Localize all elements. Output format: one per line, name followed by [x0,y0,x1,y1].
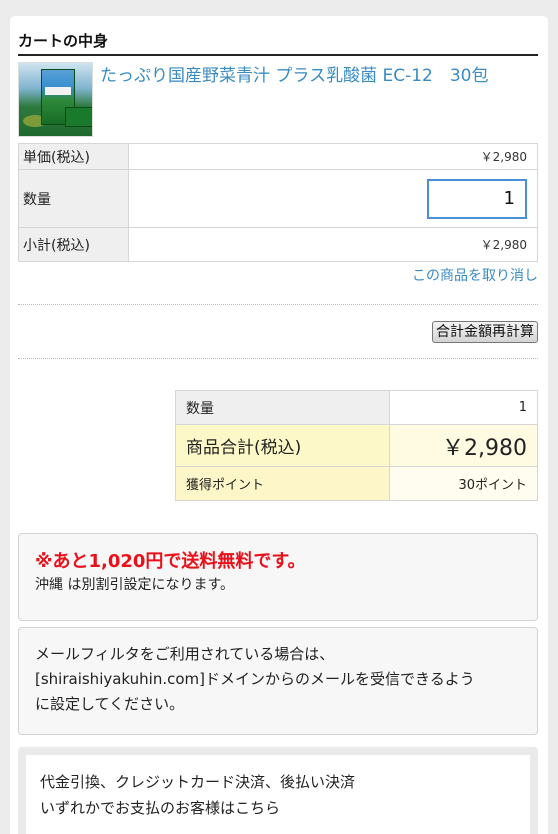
quantity-label: 数量 [18,169,129,228]
mail-filter-notice: メールフィルタをご利用されている場合は、 [shiraishiyakuhin.c… [18,627,538,735]
summary-quantity-label: 数量 [175,390,390,425]
free-shipping-notice: ※あと1,020円で送料無料です。 沖縄 は別割引設定になります。 [18,533,538,621]
payment-here-text[interactable]: いずれかでお支払のお客様はこちら [40,795,516,821]
payment-section: 代金引換、クレジットカード決済、後払い決済 いずれかでお支払のお客様はこちら [18,747,538,834]
divider [18,358,538,359]
summary-quantity-value: 1 [389,390,538,425]
aojiru-product-image[interactable] [18,62,93,137]
unit-price-label: 単価(税込) [18,143,129,170]
recalculate-button[interactable]: 合計金額再計算 [432,321,538,343]
product-pack-graphic [65,107,92,127]
summary-total-value: ￥2,980 [389,424,538,467]
mail-notice-line: メールフィルタをご利用されている場合は、 [35,645,335,663]
free-shipping-headline: ※あと1,020円で送料無料です。 [35,551,306,572]
subtotal-row: 小計(税込) ￥2,980 [18,227,538,262]
remove-item-link[interactable]: この商品を取り消し [412,265,538,285]
summary-quantity-row: 数量 1 [175,390,538,425]
summary-total-row: 商品合計(税込) ￥2,980 [175,424,538,467]
unit-price-value: ￥2,980 [128,143,538,170]
cart-item-table: 単価(税込) ￥2,980 数量 1 小計(税込) ￥2,980 [18,143,538,262]
summary-points-row: 獲得ポイント 30ポイント [175,466,538,501]
payment-notice: 代金引換、クレジットカード決済、後払い決済 いずれかでお支払のお客様はこちら [26,755,530,834]
subtotal-value: ￥2,980 [128,227,538,262]
order-summary-table: 数量 1 商品合計(税込) ￥2,980 獲得ポイント 30ポイント [175,390,538,501]
quantity-cell: 1 [128,169,538,228]
product-name-link[interactable]: たっぷり国産野菜青汁 プラス乳酸菌 EC-12 30包 [100,64,536,88]
cart-title: カートの中身 [18,30,538,56]
subtotal-label: 小計(税込) [18,227,129,262]
quantity-row: 数量 1 [18,169,538,228]
okinawa-note: 沖縄 は別割引設定になります。 [35,577,235,593]
divider [18,304,538,305]
summary-total-label: 商品合計(税込) [175,424,390,467]
product-box-label [45,87,71,95]
quantity-input[interactable]: 1 [427,178,527,219]
mail-notice-line: に設定してください。 [35,695,185,713]
mail-notice-line: [shiraishiyakuhin.com]ドメインからのメールを受信できるよう [35,670,475,688]
summary-points-value: 30ポイント [389,466,538,501]
summary-points-label: 獲得ポイント [175,466,390,501]
unit-price-row: 単価(税込) ￥2,980 [18,143,538,170]
payment-methods-text: 代金引換、クレジットカード決済、後払い決済 [40,773,356,791]
